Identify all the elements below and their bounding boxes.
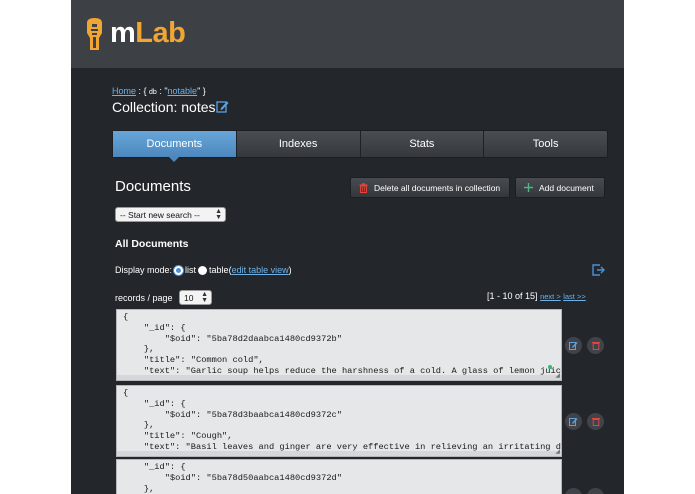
delete-all-label: Delete all documents in collection (374, 182, 501, 193)
document-json[interactable]: { "_id": { "$oid": "5ba78d2daabca1480cd9… (117, 310, 561, 380)
trash-icon (359, 182, 368, 193)
search-select[interactable]: -- Start new search -- ▲ ▼ (115, 207, 226, 222)
delete-document-button[interactable] (587, 488, 604, 494)
pagination-range: [1 - 10 of 15] (487, 291, 538, 301)
mlab-logo-icon[interactable] (85, 17, 104, 51)
document-editor[interactable]: { "_id": { "$oid": "5ba78d3baabca1480cd9… (116, 385, 562, 457)
add-document-label: Add document (539, 182, 594, 193)
document-json[interactable]: "_id": { "$oid": "5ba78d50aabca1480cd937… (117, 460, 561, 494)
select-arrows-icon: ▲ ▼ (201, 291, 208, 304)
delete-all-button[interactable]: Delete all documents in collection (350, 177, 510, 198)
trash-icon (591, 418, 600, 426)
pencil-icon (569, 342, 578, 350)
trash-icon (591, 342, 600, 350)
tab-documents[interactable]: Documents (113, 131, 237, 162)
breadcrumb-sep: : { (136, 86, 150, 96)
logo-m: m (110, 17, 136, 49)
list-radio-label: list (185, 265, 197, 275)
status-dot-icon (548, 365, 552, 369)
breadcrumb-end: " } (197, 86, 206, 96)
breadcrumb-db-key: db (149, 89, 157, 96)
select-arrows-icon: ▲ ▼ (215, 208, 222, 221)
page-title: Collection: notes (112, 99, 216, 115)
list-radio[interactable] (174, 265, 184, 275)
horizontal-scrollbar[interactable] (117, 451, 561, 456)
edit-table-view-link[interactable]: edit table view (232, 265, 289, 275)
tab-stats[interactable]: Stats (361, 131, 485, 157)
documents-heading: Documents (115, 178, 191, 195)
edit-document-button[interactable] (565, 413, 582, 430)
delete-document-button[interactable] (587, 413, 604, 430)
records-per-page-select[interactable]: 10 ▲ ▼ (179, 290, 212, 305)
resize-handle-icon[interactable]: ◢ (555, 372, 560, 379)
document-json[interactable]: { "_id": { "$oid": "5ba78d3baabca1480cd9… (117, 386, 561, 456)
add-document-button[interactable]: Add document (515, 177, 605, 198)
document-editor[interactable]: "_id": { "$oid": "5ba78d50aabca1480cd937… (116, 459, 562, 494)
document-editor[interactable]: { "_id": { "$oid": "5ba78d2daabca1480cd9… (116, 309, 562, 381)
export-icon[interactable] (592, 264, 605, 276)
top-header: mLab (71, 0, 624, 68)
pencil-icon (569, 418, 578, 426)
all-documents-heading: All Documents (115, 238, 189, 250)
tab-tools[interactable]: Tools (484, 131, 607, 157)
records-per-page-value: 10 (184, 292, 194, 303)
pencil-icon[interactable] (216, 100, 229, 113)
breadcrumb: Home : { db : "notable" } (112, 86, 206, 96)
table-radio-label: table (209, 265, 229, 275)
delete-document-button[interactable] (587, 337, 604, 354)
records-per-page-label: records / page (115, 293, 173, 303)
brand-logo-text[interactable]: mLab (110, 14, 186, 52)
display-mode: Display mode: list table (edit table vie… (115, 265, 292, 275)
app-window: mLab Home : { db : "notable" } Collectio… (71, 0, 624, 494)
table-radio[interactable] (198, 265, 208, 275)
resize-handle-icon[interactable]: ◢ (555, 448, 560, 455)
tab-indexes[interactable]: Indexes (237, 131, 361, 157)
breadcrumb-home-link[interactable]: Home (112, 86, 136, 96)
logo-lab: Lab (135, 17, 186, 49)
last-page-link[interactable]: last >> (563, 292, 586, 301)
breadcrumb-db-link[interactable]: notable (168, 86, 198, 96)
pagination: [1 - 10 of 15] next > last >> (487, 291, 586, 301)
breadcrumb-sep: : " (156, 86, 168, 96)
plus-icon (524, 183, 533, 192)
paren-close: ) (288, 265, 292, 275)
display-mode-label: Display mode: (115, 265, 173, 275)
edit-document-button[interactable] (565, 488, 582, 494)
next-page-link[interactable]: next > (540, 292, 561, 301)
search-select-value: -- Start new search -- (120, 209, 200, 220)
tab-bar: Documents Indexes Stats Tools (112, 130, 608, 162)
horizontal-scrollbar[interactable] (117, 375, 561, 380)
edit-document-button[interactable] (565, 337, 582, 354)
